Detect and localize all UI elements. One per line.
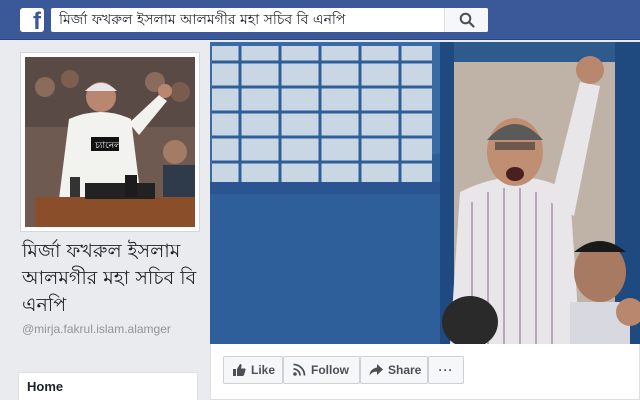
top-bar: f bbox=[0, 0, 640, 40]
search-icon bbox=[459, 12, 475, 28]
thumbs-up-icon bbox=[233, 364, 246, 376]
facebook-logo-letter: f bbox=[33, 8, 41, 35]
like-label: Like bbox=[251, 363, 276, 377]
nav-item-home[interactable]: Home bbox=[27, 379, 63, 394]
search-box bbox=[51, 8, 488, 32]
share-label: Share bbox=[388, 363, 422, 377]
more-options-label: ··· bbox=[438, 363, 454, 377]
page-title: মির্জা ফখরুল ইসলাম আলমগীর মহা সচিব বি এন… bbox=[22, 240, 197, 316]
page-action-bar: Like Follow Share ··· bbox=[210, 344, 640, 400]
cover-photo[interactable] bbox=[210, 42, 640, 344]
follow-button[interactable]: Follow bbox=[283, 356, 360, 384]
follow-label: Follow bbox=[311, 363, 349, 377]
profile-photo: চ্যানেল bbox=[25, 57, 195, 227]
page-nav: Home bbox=[18, 372, 198, 400]
more-options-button[interactable]: ··· bbox=[428, 356, 464, 384]
page-username[interactable]: @mirja.fakrul.islam.alamger bbox=[22, 321, 198, 338]
search-input[interactable] bbox=[51, 8, 446, 32]
share-arrow-icon bbox=[369, 364, 383, 376]
svg-text:চ্যানেল: চ্যানেল bbox=[94, 141, 121, 151]
facebook-logo-icon[interactable]: f bbox=[20, 8, 44, 35]
share-button[interactable]: Share bbox=[360, 356, 428, 384]
profile-picture[interactable]: চ্যানেল bbox=[20, 52, 200, 232]
like-button[interactable]: Like bbox=[223, 356, 283, 384]
search-button[interactable] bbox=[444, 8, 488, 32]
rss-follow-icon bbox=[293, 363, 306, 376]
cover-image bbox=[210, 42, 640, 344]
